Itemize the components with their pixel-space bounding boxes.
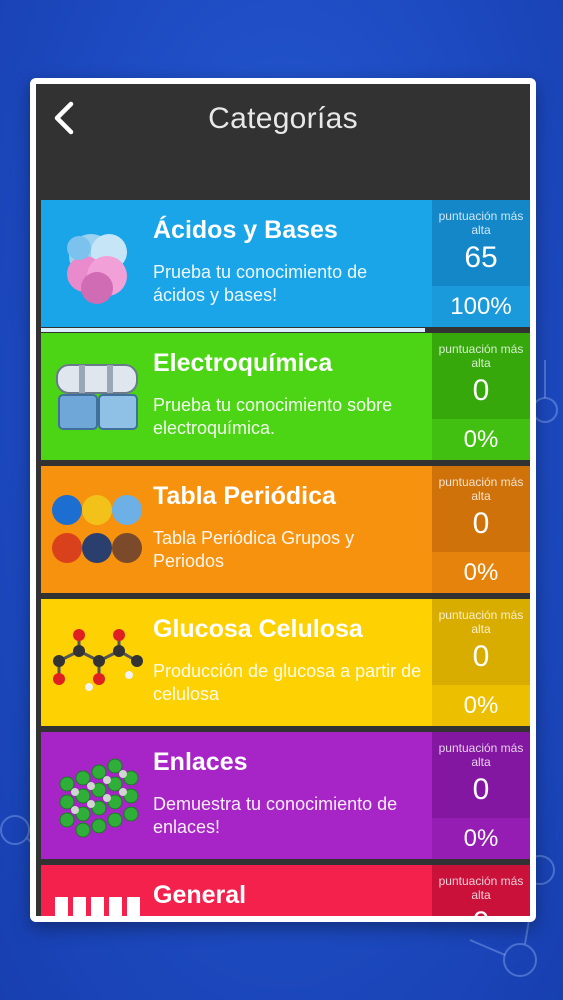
element-symbols-icon <box>41 466 153 593</box>
category-body: Glucosa Celulosa Producción de glucosa a… <box>153 599 432 726</box>
crystal-lattice-icon <box>41 732 153 859</box>
high-score-value: 0 <box>472 640 490 673</box>
high-score-value: 0 <box>473 906 490 916</box>
header: Categorías <box>36 84 530 200</box>
high-score-label: puntuación más alta <box>438 741 524 769</box>
colored-smoke-icon <box>41 200 153 327</box>
high-score-top: puntuación más alta 0 <box>432 732 530 818</box>
high-score-top: puntuación más alta 0 <box>432 333 530 419</box>
category-description: Demuestra tu conocimiento de enlaces! <box>153 794 398 837</box>
app-screen: Categorías Ácidos y Bases Prueba tu cono… <box>36 84 530 916</box>
completion-percent: 0% <box>432 419 530 460</box>
app-frame: Categorías Ácidos y Bases Prueba tu cono… <box>30 78 536 922</box>
high-score-panel: puntuación más alta 65 100% <box>432 200 530 327</box>
high-score-panel: puntuación más alta 0 <box>432 865 530 916</box>
category-description: Prueba tu conocimiento de ácidos y bases… <box>153 262 368 305</box>
high-score-panel: puntuación más alta 0 0% <box>432 599 530 726</box>
high-score-value: 0 <box>472 374 490 407</box>
high-score-top: puntuación más alta 0 <box>432 599 530 685</box>
bars-icon <box>41 865 153 916</box>
high-score-panel: puntuación más alta 0 0% <box>432 333 530 460</box>
completion-percent: 0% <box>432 818 530 859</box>
category-body: Enlaces Demuestra tu conocimiento de enl… <box>153 732 432 859</box>
high-score-label: puntuación más alta <box>438 475 524 503</box>
category-title: Glucosa Celulosa <box>153 615 363 643</box>
page-title: Categorías <box>208 102 358 135</box>
category-body: Tabla Periódica Tabla Periódica Grupos y… <box>153 466 432 593</box>
category-title: Electroquímica <box>153 349 333 377</box>
high-score-label: puntuación más alta <box>438 342 524 370</box>
category-description: Tabla Periódica Grupos y Periodos <box>153 528 355 571</box>
high-score-label: puntuación más alta <box>438 608 524 636</box>
category-title: Tabla Periódica <box>153 482 336 510</box>
completion-percent: 100% <box>432 286 530 327</box>
category-description: Prueba tu conocimiento sobre electroquím… <box>153 395 393 438</box>
high-score-label: puntuación más alta <box>438 874 524 902</box>
category-row-bonds[interactable]: Enlaces Demuestra tu conocimiento de enl… <box>41 732 530 859</box>
category-body: General <box>153 865 432 916</box>
high-score-top: puntuación más alta 0 <box>432 865 530 916</box>
category-title: Enlaces <box>153 748 248 776</box>
high-score-value: 0 <box>472 507 490 540</box>
category-row-acids-bases[interactable]: Ácidos y Bases Prueba tu conocimiento de… <box>41 200 530 332</box>
high-score-panel: puntuación más alta 0 0% <box>432 732 530 859</box>
category-body: Electroquímica Prueba tu conocimiento so… <box>153 333 432 460</box>
high-score-top: puntuación más alta 0 <box>432 466 530 552</box>
high-score-panel: puntuación más alta 0 0% <box>432 466 530 593</box>
completion-percent: 0% <box>432 552 530 593</box>
category-description: Producción de glucosa a partir de celulo… <box>153 661 422 704</box>
category-body: Ácidos y Bases Prueba tu conocimiento de… <box>153 200 432 327</box>
high-score-top: puntuación más alta 65 <box>432 200 530 286</box>
completion-percent: 0% <box>432 685 530 726</box>
glucose-molecule-icon <box>41 599 153 726</box>
category-row-glucose-cellulose[interactable]: Glucosa Celulosa Producción de glucosa a… <box>41 599 530 726</box>
high-score-value: 0 <box>472 773 490 806</box>
category-row-periodic-table[interactable]: Tabla Periódica Tabla Periódica Grupos y… <box>41 466 530 593</box>
battery-cells-icon <box>41 333 153 460</box>
high-score-label: puntuación más alta <box>438 209 524 237</box>
category-row-electrochemistry[interactable]: Electroquímica Prueba tu conocimiento so… <box>41 333 530 460</box>
category-list: Ácidos y Bases Prueba tu conocimiento de… <box>41 200 530 916</box>
high-score-value: 65 <box>464 241 498 274</box>
category-title: General <box>153 881 247 909</box>
category-title: Ácidos y Bases <box>153 216 338 244</box>
category-row-general[interactable]: General puntuación más alta 0 <box>41 865 530 916</box>
selected-underline <box>41 328 425 332</box>
